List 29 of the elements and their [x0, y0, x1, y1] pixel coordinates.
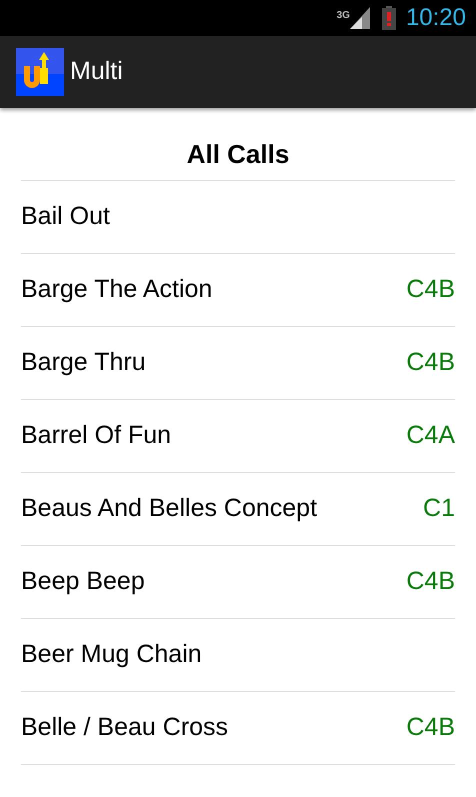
list-item[interactable]: Barge Thru C4B — [21, 327, 455, 400]
list-title: All Calls — [21, 136, 455, 181]
level-code: C4B — [406, 274, 455, 306]
call-name: Beep Beep — [21, 566, 145, 598]
list-item[interactable]: Barge The Action C4B — [21, 254, 455, 327]
list-item[interactable]: Beer Mug Chain — [21, 619, 455, 692]
list-item[interactable]: Beep Beep C4B — [21, 546, 455, 619]
signal-icon — [350, 7, 370, 29]
call-name: Beer Mug Chain — [21, 639, 202, 670]
call-name: Barge Thru — [21, 347, 146, 378]
level-code: C4B — [406, 712, 455, 744]
clock: 10:20 — [406, 3, 466, 33]
app-logo-icon[interactable] — [16, 48, 64, 96]
battery-icon — [382, 6, 396, 30]
level-code: C4A — [406, 420, 455, 452]
call-name: Barrel Of Fun — [21, 420, 172, 452]
call-name: Beaus And Belles Concept — [21, 493, 318, 524]
app-title: Multi — [70, 56, 123, 88]
list-item[interactable]: Bail Out — [21, 181, 455, 254]
level-code: C4B — [406, 347, 455, 378]
call-name: Bail Out — [21, 201, 110, 232]
level-code: C1 — [423, 493, 455, 524]
level-code: C4B — [406, 566, 455, 598]
list-item[interactable]: Belle / Beau Cross C4B — [21, 692, 455, 765]
list-item[interactable]: Beaus And Belles Concept C1 — [21, 473, 455, 546]
call-name: Barge The Action — [21, 274, 212, 306]
list-item[interactable]: Barrel Of Fun C4A — [21, 400, 455, 473]
network-type: 3G — [336, 11, 350, 21]
call-name: Belle / Beau Cross — [21, 712, 228, 744]
